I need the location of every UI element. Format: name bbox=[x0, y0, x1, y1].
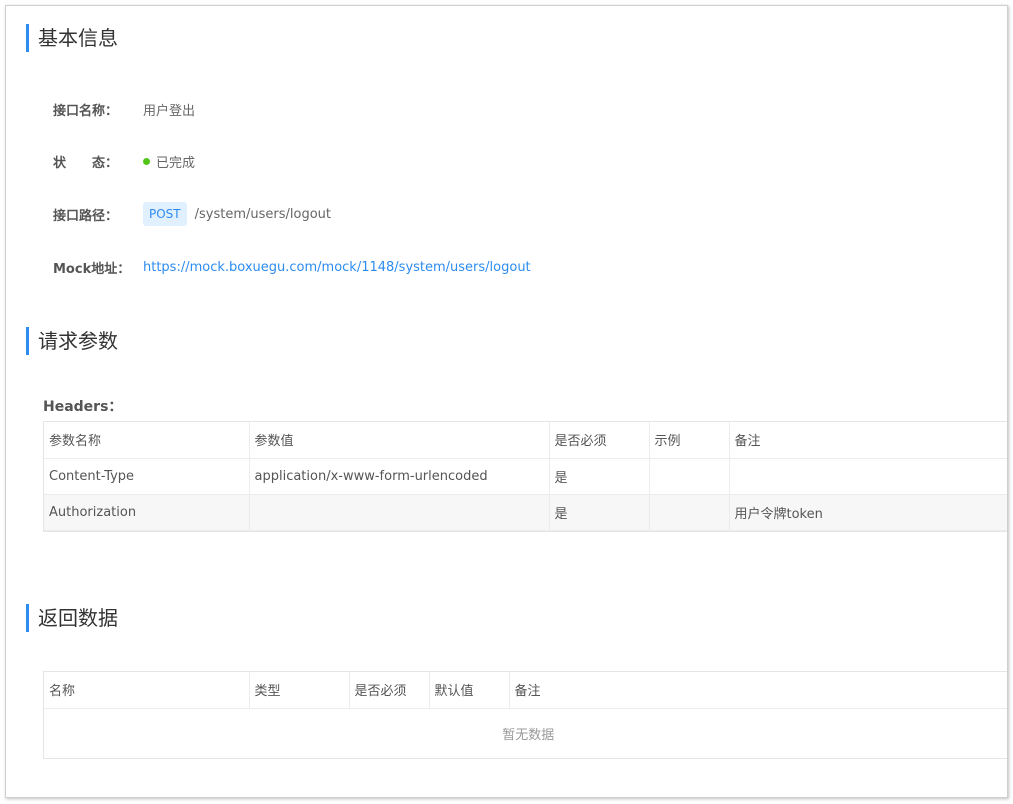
table-cell: 用户令牌token bbox=[729, 494, 1007, 531]
section-title-request-params: 请求参数 bbox=[26, 327, 118, 355]
method-tag: POST bbox=[143, 202, 187, 226]
column-header: 名称 bbox=[44, 672, 250, 709]
api-name-value: 用户登出 bbox=[143, 103, 196, 119]
headers-table-header: 参数名称 参数值 是否必须 示例 备注 bbox=[44, 422, 1007, 459]
table-cell: Content-Type bbox=[44, 458, 250, 495]
table-cell: 是 bbox=[549, 494, 650, 531]
info-row-status: 状 态： 已完成 bbox=[53, 149, 195, 173]
headers-title: Headers： bbox=[43, 399, 123, 415]
column-header: 示例 bbox=[649, 422, 730, 459]
mock-url-link[interactable]: https://mock.boxuegu.com/mock/1148/syste… bbox=[143, 260, 531, 275]
status-value-wrap: 已完成 bbox=[143, 152, 195, 171]
table-cell: Authorization bbox=[44, 494, 250, 531]
table-row: Authorization 是 用户令牌token bbox=[44, 494, 1007, 531]
column-header: 备注 bbox=[509, 672, 1007, 709]
column-header: 是否必须 bbox=[549, 422, 650, 459]
info-row-name: 接口名称： 用户登出 bbox=[53, 97, 195, 121]
section-title-basic-info: 基本信息 bbox=[26, 24, 118, 52]
status-value: 已完成 bbox=[156, 155, 196, 171]
empty-data-text: 暂无数据 bbox=[502, 727, 555, 743]
empty-row: 暂无数据 bbox=[44, 708, 1007, 758]
mock-url-label: Mock地址： bbox=[53, 261, 131, 277]
status-dot-icon bbox=[143, 157, 150, 165]
column-header: 是否必须 bbox=[349, 672, 430, 709]
table-cell bbox=[649, 494, 730, 531]
api-path-value-wrap: POST /system/users/logout bbox=[143, 202, 331, 226]
info-row-path: 接口路径： POST /system/users/logout bbox=[53, 202, 331, 226]
api-detail-panel: 基本信息 接口名称： 用户登出 状 态： 已完成 接口路径： POST /sys… bbox=[5, 5, 1008, 798]
column-header: 备注 bbox=[729, 422, 1007, 459]
api-name-label: 接口名称： bbox=[53, 103, 119, 119]
api-path-value: /system/users/logout bbox=[194, 206, 332, 222]
status-label: 状 态： bbox=[53, 155, 119, 171]
column-header: 参数名称 bbox=[44, 422, 250, 459]
response-table: 名称 类型 是否必须 默认值 备注 暂无数据 bbox=[43, 671, 1007, 759]
table-cell: application/x-www-form-urlencoded bbox=[249, 458, 550, 495]
headers-table: 参数名称 参数值 是否必须 示例 备注 Content-Type applica… bbox=[43, 421, 1007, 532]
info-row-mock: Mock地址： https://mock.boxuegu.com/mock/11… bbox=[53, 255, 531, 279]
api-path-label: 接口路径： bbox=[53, 208, 119, 224]
table-cell bbox=[249, 494, 550, 531]
column-header: 参数值 bbox=[249, 422, 550, 459]
table-cell: 是 bbox=[549, 458, 650, 495]
table-cell bbox=[649, 458, 730, 495]
response-table-header: 名称 类型 是否必须 默认值 备注 bbox=[44, 672, 1007, 709]
table-row: Content-Type application/x-www-form-urle… bbox=[44, 458, 1007, 495]
table-cell bbox=[729, 458, 1007, 495]
column-header: 类型 bbox=[249, 672, 350, 709]
column-header: 默认值 bbox=[429, 672, 510, 709]
section-title-response-data: 返回数据 bbox=[26, 604, 118, 632]
